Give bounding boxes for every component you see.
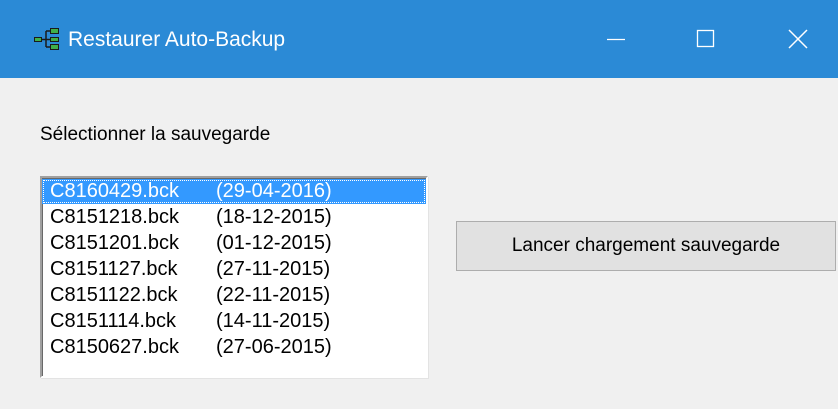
backup-filename: C8151201.bck <box>50 232 179 254</box>
load-backup-button[interactable]: Lancer chargement sauvegarde <box>456 221 836 271</box>
backup-date: (27-06-2015) <box>216 336 332 358</box>
close-icon <box>787 28 809 50</box>
backup-filename: C8151114.bck <box>50 310 177 332</box>
backup-list-item[interactable]: C8151114.bck (14-11-2015) <box>42 309 426 334</box>
backup-date: (18-12-2015) <box>216 206 332 228</box>
title-bar[interactable]: Restaurer Auto-Backup <box>0 0 838 78</box>
backup-list-item[interactable]: C8151201.bck (01-12-2015) <box>42 231 426 256</box>
backup-list-item[interactable]: C8151122.bck (22-11-2015) <box>42 283 426 308</box>
close-button[interactable] <box>752 0 838 78</box>
select-backup-label: Sélectionner la sauvegarde <box>40 124 271 145</box>
backup-date: (14-11-2015) <box>216 310 331 332</box>
backup-filename: C8160429.bck <box>50 180 179 202</box>
backup-date: (29-04-2016) <box>216 180 332 202</box>
backup-list-item[interactable]: C8150627.bck (27-06-2015) <box>42 335 426 360</box>
minimize-icon <box>606 29 626 49</box>
backup-filename: C8151127.bck <box>50 258 178 280</box>
backup-listbox[interactable]: C8160429.bck (29-04-2016) C8151218.bck (18-… <box>40 176 428 378</box>
minimize-button[interactable] <box>570 0 662 78</box>
maximize-button[interactable] <box>660 0 752 78</box>
backup-filename: C8151122.bck <box>50 284 178 306</box>
window-title: Restaurer Auto-Backup <box>68 28 286 51</box>
backup-date: (01-12-2015) <box>216 232 332 254</box>
backup-list-item[interactable]: C8151218.bck (18-12-2015) <box>42 205 426 230</box>
maximize-icon <box>696 29 716 49</box>
backup-date: (27-11-2015) <box>216 258 331 280</box>
backup-list-item[interactable]: C8160429.bck (29-04-2016) <box>42 179 426 204</box>
backup-filename: C8150627.bck <box>50 336 179 358</box>
backup-list-item[interactable]: C8151127.bck (27-11-2015) <box>42 257 426 282</box>
backup-filename: C8151218.bck <box>50 206 179 228</box>
backup-date: (22-11-2015) <box>216 284 331 306</box>
network-tree-icon <box>34 28 60 50</box>
restore-backup-window: Restaurer Auto-Backup Sélectionner la sa… <box>0 0 838 409</box>
